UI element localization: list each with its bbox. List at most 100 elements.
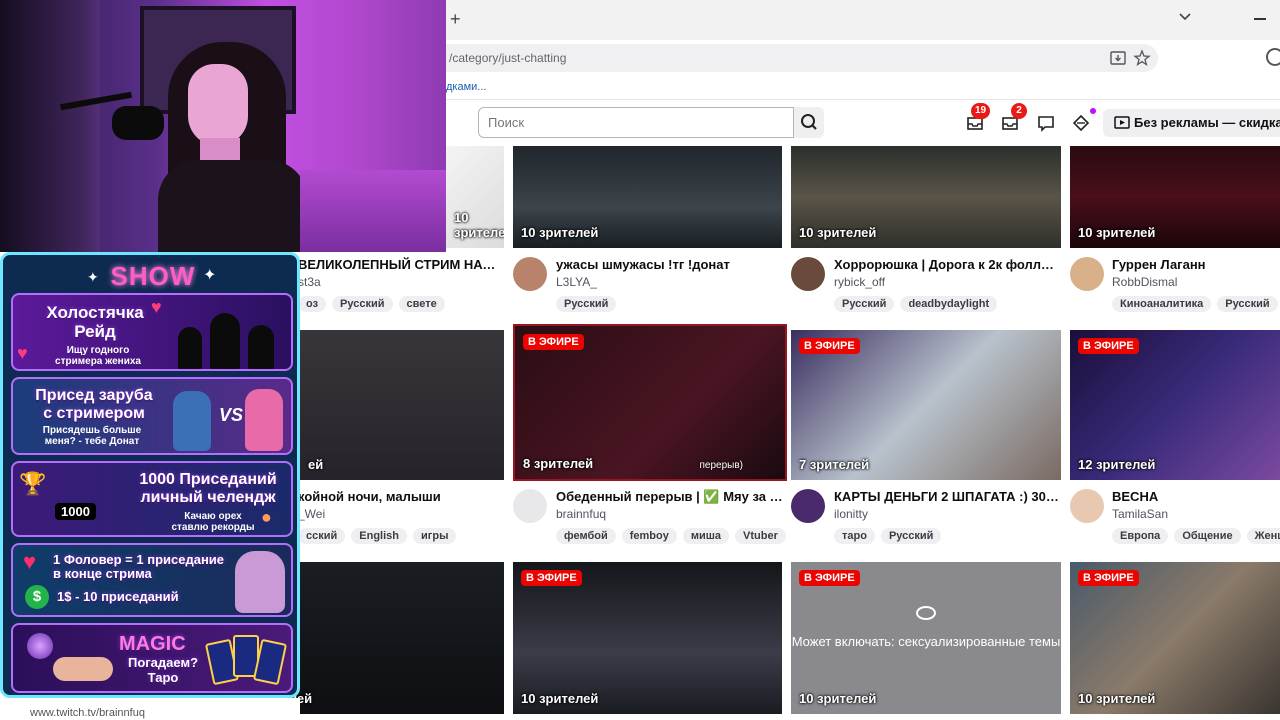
tag-pill[interactable]: миша (682, 528, 730, 544)
stream-thumbnail[interactable]: В ЭФИРЕ 10 зрителей (1070, 562, 1280, 714)
card-title: MAGIC (119, 633, 186, 655)
card-subtitle: Погадаем? Таро (127, 655, 199, 685)
stream-title[interactable]: ужасы шмужасы !тг !донат (556, 257, 782, 272)
channel-name[interactable]: st3a (298, 275, 321, 289)
stream-title[interactable]: ВЕСНА (1112, 489, 1280, 504)
stream-title[interactable]: Хоррорюшка | Дорога к 2к фоллоу... (834, 257, 1061, 272)
viewer-count: 10 зрителей (454, 210, 504, 240)
stream-thumbnail[interactable]: В ЭФИРЕ 12 зрителей (1070, 330, 1280, 480)
tag-pill[interactable]: Русский (556, 296, 617, 312)
stream-thumbnail[interactable]: ей (300, 330, 504, 480)
viewer-count: 8 зрителей (523, 456, 594, 471)
channel-name[interactable]: TamilaSan (1112, 507, 1168, 521)
new-tab-button[interactable]: + (450, 9, 461, 30)
tag-pill[interactable]: Русский (834, 296, 895, 312)
profile-avatar[interactable] (1266, 48, 1280, 66)
tag-pill[interactable]: Общение (1174, 528, 1241, 544)
tag-pill[interactable]: Европа (1112, 528, 1169, 544)
tag-pill[interactable]: фембой (556, 528, 616, 544)
tag-pill[interactable]: оз (298, 296, 327, 312)
bookmark-star-icon[interactable] (1133, 49, 1151, 67)
search-input[interactable] (478, 107, 794, 138)
stream-thumbnail[interactable]: 10 зрителей (446, 146, 504, 248)
tag-pill[interactable]: Женщи (1246, 528, 1280, 544)
stream-overlay-text: перерыв) (699, 460, 744, 471)
webcam-overlay (0, 0, 446, 252)
viewer-count: 10 зрителей (1078, 691, 1156, 706)
squat-battle-card: Присед заруба с стримером Присядешь боль… (11, 377, 293, 455)
follower-squat-card: 1 Фоловер = 1 приседание в конце стрима … (11, 543, 293, 617)
heart-icon: ♥ (17, 343, 28, 363)
minimize-window-icon[interactable] (1254, 18, 1266, 20)
tag-list: Киноаналитика Русский (1112, 296, 1278, 312)
tag-pill[interactable]: deadbydaylight (900, 296, 998, 312)
channel-name[interactable]: brainnfuq (556, 507, 606, 521)
search-button[interactable] (794, 107, 824, 138)
channel-name[interactable]: RobbDismal (1112, 275, 1177, 289)
viewer-count: 10 зрителей (1078, 225, 1156, 240)
tag-pill[interactable]: сский (298, 528, 346, 544)
tag-pill[interactable]: Киноаналитика (1112, 296, 1212, 312)
stream-title[interactable]: койной ночи, малыши (298, 489, 504, 504)
squatting-girl-image (235, 551, 285, 613)
microphone (112, 106, 164, 140)
versus-label: VS (219, 405, 244, 425)
peach-icon: ● (261, 507, 272, 527)
card-title: 1 Фоловер = 1 приседание в конце стрима (53, 552, 225, 581)
card-subtitle: Присядешь больше меня? - тебе Донат (42, 425, 142, 447)
channel-name[interactable]: L3LYA_ (556, 275, 597, 289)
desk-lamp (300, 170, 446, 252)
stream-thumbnail[interactable]: В ЭФИРЕ 7 зрителей (791, 330, 1061, 480)
viewer-count: 10 зрителей (521, 691, 599, 706)
stream-title[interactable]: Гуррен Лаганн (1112, 257, 1280, 272)
inbox-count-badge: 2 (1011, 103, 1027, 119)
channel-name[interactable]: _Wei (298, 507, 325, 521)
tag-list: таро Русский (834, 528, 942, 544)
stream-thumbnail[interactable]: 10 зрителей (513, 146, 782, 248)
stream-thumbnail[interactable]: В ЭФИРЕ 10 зрителей (513, 562, 782, 714)
tag-list: фембой femboy миша Vtuber (556, 528, 786, 544)
channel-avatar[interactable] (791, 489, 825, 523)
tag-pill[interactable]: Русский (880, 528, 942, 544)
stream-thumbnail[interactable]: 10 зрителей (1070, 146, 1280, 248)
stream-thumbnail[interactable]: В ЭФИРЕ Может включать: сексуализированны… (791, 562, 1061, 714)
curtain (0, 0, 100, 252)
tag-pill[interactable]: таро (834, 528, 875, 544)
screen: + /category/just-chatting дками... 19 2 … (0, 0, 1280, 720)
tag-pill[interactable]: femboy (621, 528, 677, 544)
bookmark-link[interactable]: дками... (446, 81, 486, 93)
tag-pill[interactable]: Vtuber (735, 528, 786, 544)
whispers-icon[interactable] (1036, 113, 1056, 133)
notifications-count-badge: 19 (971, 103, 991, 119)
tag-pill[interactable]: Русский (332, 296, 393, 312)
hand-image (53, 657, 113, 681)
channel-avatar[interactable] (513, 257, 547, 291)
channel-avatar[interactable] (1070, 257, 1104, 291)
channel-avatar[interactable] (791, 257, 825, 291)
tab-list-chevron-icon[interactable] (1178, 10, 1192, 24)
tag-pill[interactable]: игры (413, 528, 457, 544)
stream-thumbnail[interactable]: 10 зрителей (791, 146, 1061, 248)
tag-pill[interactable]: свете (398, 296, 445, 312)
content-warning-text: Может включать: сексуализированные темы (791, 634, 1061, 649)
stream-title[interactable]: КАРТЫ ДЕНЬГИ 2 ШПАГАТА :) 300... (834, 489, 1061, 504)
stream-thumbnail[interactable]: В ЭФИРЕ перерыв) 8 зрителей (513, 324, 787, 481)
stream-title[interactable]: ВЕЛИКОЛЕПНЫЙ СТРИМ НАСТ... (298, 257, 504, 272)
tag-pill[interactable]: Русский (1217, 296, 1278, 312)
channel-avatar[interactable] (1070, 489, 1104, 523)
card-title: Холостячка Рейд (46, 303, 144, 341)
tarot-cards-image (204, 631, 288, 689)
prime-crown-icon[interactable] (1071, 113, 1091, 133)
channel-name[interactable]: ilonitty (834, 507, 868, 521)
prime-notification-dot (1090, 108, 1096, 114)
address-bar-url[interactable]: /category/just-chatting (449, 51, 566, 65)
browser-tab-bar (446, 0, 1280, 40)
crystal-ball-icon (27, 633, 53, 659)
channel-avatar[interactable] (513, 489, 547, 523)
stream-title[interactable]: Обеденный перерыв | ✅ Мяу за ф... (556, 489, 787, 505)
live-badge: В ЭФИРЕ (1078, 570, 1139, 586)
install-app-icon[interactable] (1109, 49, 1127, 67)
tag-pill[interactable]: English (351, 528, 407, 544)
channel-name[interactable]: rybick_off (834, 275, 885, 289)
search-icon (801, 114, 817, 130)
